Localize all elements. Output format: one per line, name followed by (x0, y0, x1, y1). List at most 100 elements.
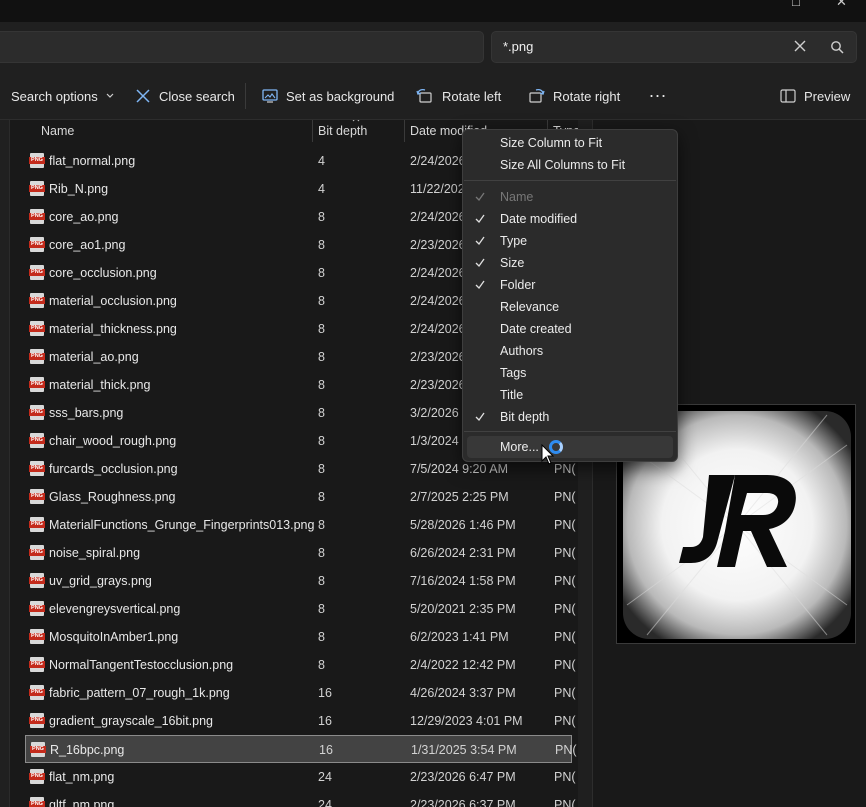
column-divider[interactable] (312, 120, 313, 142)
menu-item-folder[interactable]: Folder (463, 274, 677, 296)
png-file-icon: PNG (29, 601, 45, 616)
file-bit-depth: 8 (318, 210, 325, 224)
menu-divider (464, 431, 676, 432)
file-name: material_occlusion.png (49, 294, 177, 308)
set-as-background-label: Set as background (286, 88, 395, 104)
png-file-icon: PNG (29, 377, 45, 392)
file-type: PN( (554, 770, 576, 784)
address-bar[interactable] (0, 31, 484, 63)
file-type: PN( (554, 602, 576, 616)
table-row[interactable]: PNG gradient_grayscale_16bit.png 16 12/29/2… (25, 707, 576, 735)
close-window-icon[interactable]: ✕ (836, 0, 847, 10)
file-name: Rib_N.png (49, 182, 109, 196)
file-type: PN( (554, 686, 576, 700)
file-date-modified: 2/24/2026 (410, 154, 466, 168)
menu-item-size[interactable]: Size (463, 252, 677, 274)
navigation-pane-edge (0, 120, 10, 807)
table-row[interactable]: PNG elevengreysvertical.png 8 5/20/2021 2:3… (25, 595, 576, 623)
rotate-right-icon (529, 88, 545, 103)
menu-item-date-created[interactable]: Date created (463, 318, 677, 340)
table-row[interactable]: PNG fabric_pattern_07_rough_1k.png 16 4/26/… (25, 679, 576, 707)
menu-item-size-all-columns-to-fit[interactable]: Size All Columns to Fit (463, 154, 677, 176)
menu-item-type[interactable]: Type (463, 230, 677, 252)
file-date-modified: 7/16/2024 1:58 PM (410, 574, 516, 588)
set-as-background-button[interactable]: Set as background (262, 87, 394, 105)
table-row[interactable]: PNG flat_nm.png 24 2/23/2026 6:47 PM PN( (25, 763, 576, 791)
file-date-modified: 1/3/2024 5 (410, 434, 470, 448)
clear-search-icon[interactable] (793, 39, 807, 53)
table-row[interactable]: PNG uv_grid_grays.png 8 7/16/2024 1:58 PM PN… (25, 567, 576, 595)
more-options-button[interactable]: ... (649, 81, 667, 101)
table-row[interactable]: PNG R_16bpc.png 16 1/31/2025 3:54 PM PN( (25, 735, 577, 763)
file-name: MosquitoInAmber1.png (49, 630, 179, 644)
search-options-button[interactable]: Search options (11, 87, 114, 105)
menu-item-bit-depth[interactable]: Bit depth (463, 406, 677, 428)
menu-item-label: Name (500, 190, 534, 204)
checkmark-icon (475, 214, 485, 223)
file-type: PN( (554, 714, 576, 728)
menu-item-size-column-to-fit[interactable]: Size Column to Fit (463, 132, 677, 154)
menu-item-relevance[interactable]: Relevance (463, 296, 677, 318)
search-icon[interactable] (830, 40, 844, 54)
file-name: material_thickness.png (49, 322, 177, 336)
table-row[interactable]: PNG MosquitoInAmber1.png 8 6/2/2023 1:41 PM… (25, 623, 576, 651)
table-row[interactable]: PNG Glass_Roughness.png 8 2/7/2025 2:25 PM P… (25, 483, 576, 511)
search-box[interactable]: *.png (491, 31, 857, 63)
preview-button[interactable]: Preview (780, 87, 850, 105)
chevron-down-icon (106, 93, 114, 98)
column-divider[interactable] (404, 120, 405, 142)
rotate-left-button[interactable]: Rotate left (416, 87, 501, 105)
file-date-modified: 7/5/2024 9:20 AM (410, 462, 508, 476)
menu-item-title[interactable]: Title (463, 384, 677, 406)
checkmark-icon (475, 280, 485, 289)
table-row[interactable]: PNG NormalTangentTestocclusion.png 8 2/4/20… (25, 651, 576, 679)
file-name: core_ao1.png (49, 238, 126, 252)
file-name: elevengreysvertical.png (49, 602, 181, 616)
checkmark-icon (475, 258, 485, 267)
search-input[interactable]: *.png (503, 39, 533, 54)
file-date-modified: 2/24/2026 (410, 294, 466, 308)
maximize-icon[interactable]: □ (792, 0, 800, 9)
png-file-icon: PNG (29, 573, 45, 588)
png-file-icon: PNG (29, 405, 45, 420)
png-file-icon: PNG (29, 321, 45, 336)
file-date-modified: 5/28/2026 1:46 PM (410, 518, 516, 532)
column-context-menu: Size Column to Fit Size All Columns to F… (462, 129, 678, 462)
close-search-button[interactable]: Close search (135, 87, 235, 105)
png-file-icon: PNG (29, 209, 45, 224)
mouse-cursor-icon (541, 444, 555, 465)
file-name: R_16bpc.png (50, 743, 125, 757)
file-date-modified: 2/23/2026 (410, 238, 466, 252)
menu-item-label: Type (500, 234, 528, 248)
file-date-modified: 4/26/2024 3:37 PM (410, 686, 516, 700)
file-name: material_ao.png (49, 350, 139, 364)
menu-item-tags[interactable]: Tags (463, 362, 677, 384)
menu-item-date-modified[interactable]: Date modified (463, 208, 677, 230)
rotate-right-button[interactable]: Rotate right (527, 87, 620, 105)
column-header-name[interactable]: Name (41, 124, 74, 138)
menu-item-authors[interactable]: Authors (463, 340, 677, 362)
table-row[interactable]: PNG noise_spiral.png 8 6/26/2024 2:31 PM PN( (25, 539, 576, 567)
file-date-modified: 1/31/2025 3:54 PM (411, 743, 517, 757)
png-file-icon: PNG (29, 797, 45, 807)
file-type: PN( (554, 546, 576, 560)
table-row[interactable]: PNG MaterialFunctions_Grunge_Fingerprints… (25, 511, 576, 539)
png-file-icon: PNG (29, 769, 45, 784)
file-date-modified: 2/7/2025 2:25 PM (410, 490, 509, 504)
file-name: fabric_pattern_07_rough_1k.png (49, 686, 230, 700)
file-bit-depth: 8 (318, 266, 325, 280)
menu-item-label: Folder (500, 278, 536, 292)
menu-item-more[interactable]: More... (467, 436, 673, 458)
table-row[interactable]: PNG gltf_nm.png 24 2/23/2026 6:37 PM PN( (25, 791, 576, 807)
file-bit-depth: 8 (318, 238, 325, 252)
rotate-left-icon (416, 88, 432, 103)
file-type: PN( (555, 743, 577, 757)
file-type: PN( (554, 630, 576, 644)
file-bit-depth: 24 (318, 798, 332, 807)
close-icon (136, 89, 150, 103)
file-name: noise_spiral.png (49, 546, 141, 560)
menu-item-name: Name (463, 186, 677, 208)
png-file-icon: PNG (29, 685, 45, 700)
file-name: gradient_grayscale_16bit.png (49, 714, 214, 728)
column-header-bit-depth[interactable]: Bit depth (318, 124, 367, 138)
